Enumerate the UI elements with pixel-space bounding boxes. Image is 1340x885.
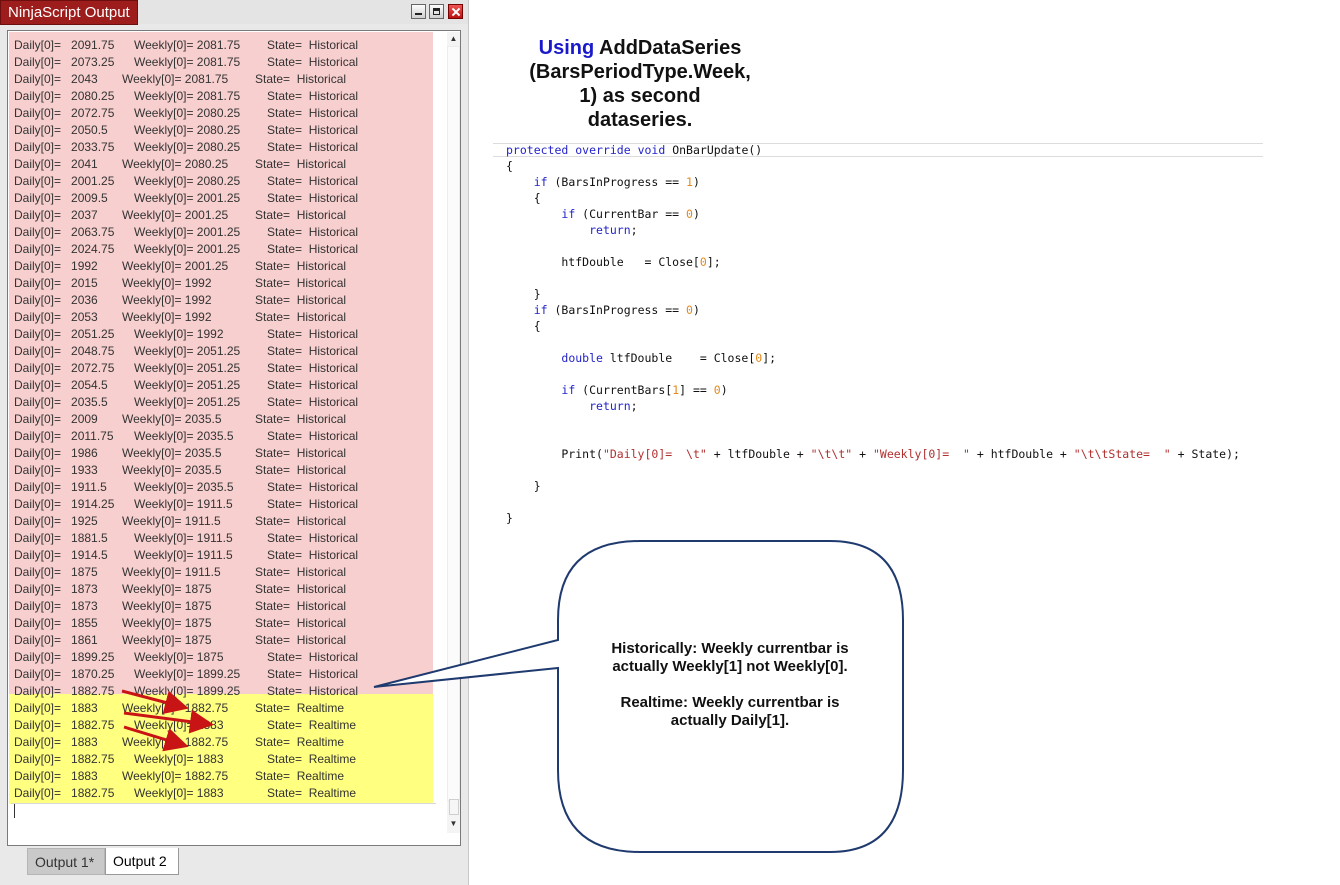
red-arrow-2 bbox=[123, 709, 214, 734]
callout-line-1: Historically: Weekly currentbar is bbox=[611, 640, 849, 657]
callout-line-3: Realtime: Weekly currentbar is bbox=[620, 694, 840, 711]
callout-line-2: actually Weekly[1] not Weekly[0]. bbox=[612, 658, 848, 675]
red-arrow-3 bbox=[123, 725, 189, 752]
red-arrow-1 bbox=[121, 689, 189, 715]
callout-text: Historically: Weekly currentbar is actua… bbox=[572, 640, 888, 730]
callout-line-4: actually Daily[1]. bbox=[670, 712, 790, 729]
annotation-overlay bbox=[121, 540, 904, 853]
